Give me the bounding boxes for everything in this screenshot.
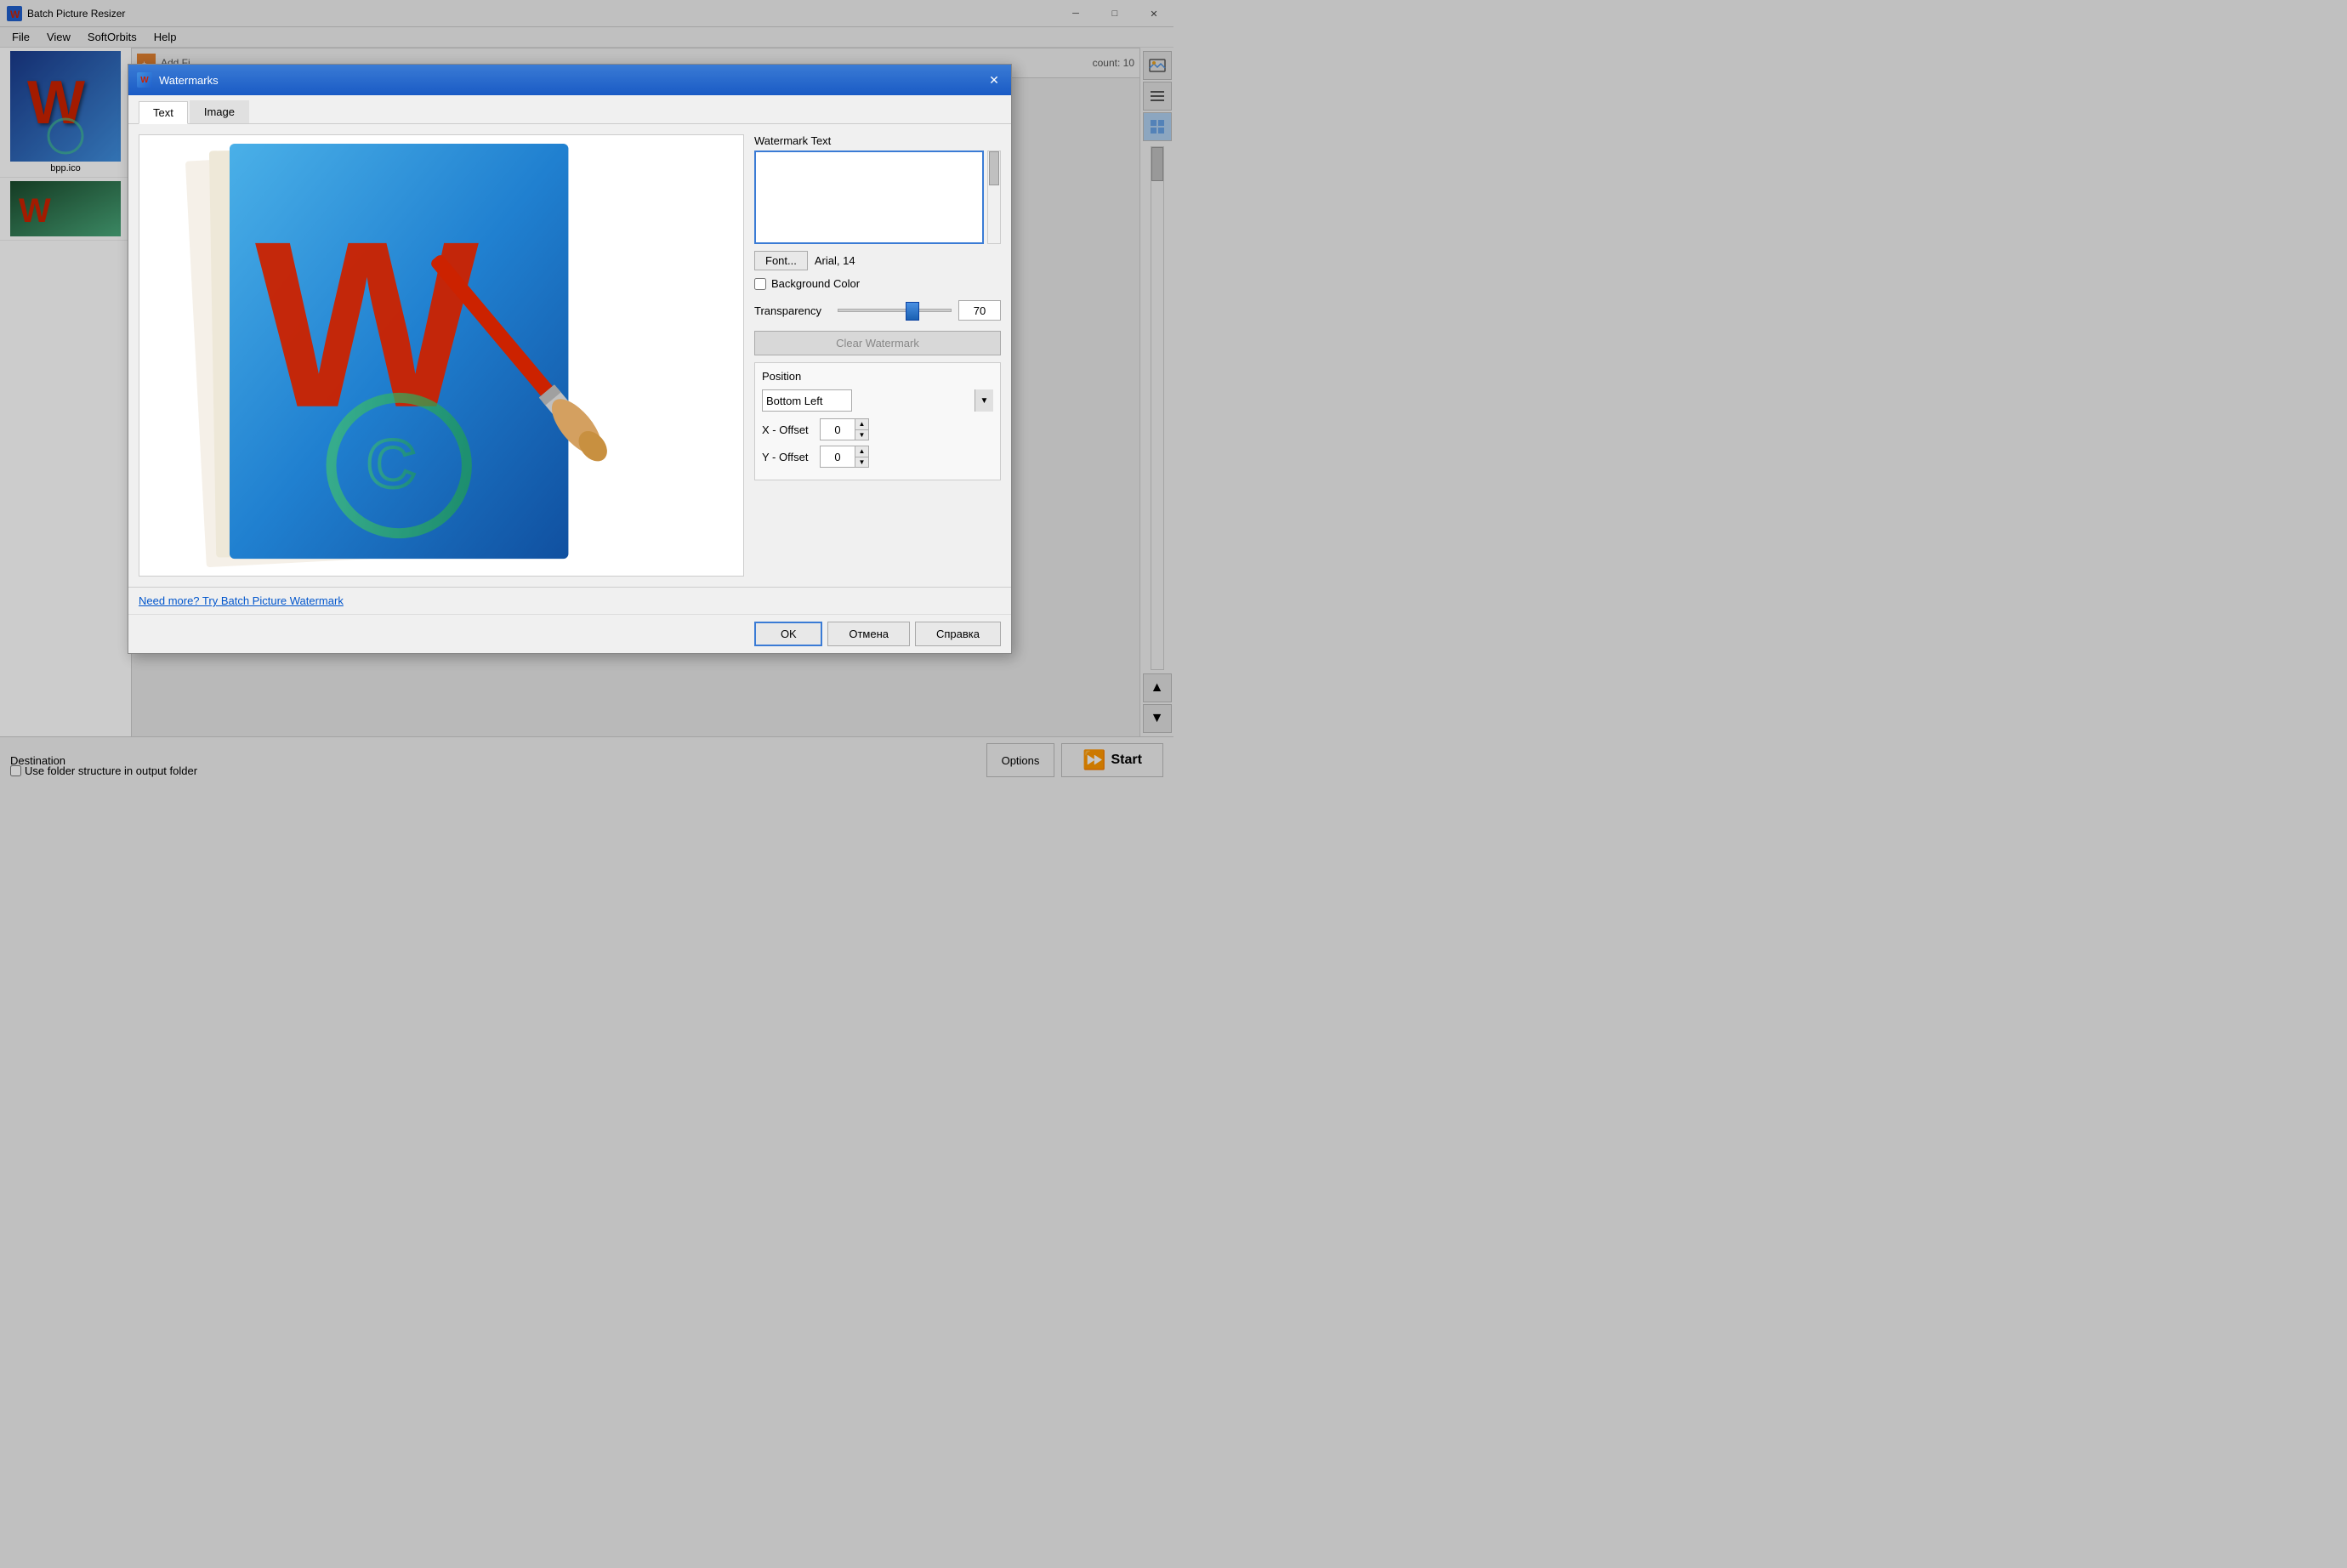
transparency-slider-wrapper bbox=[838, 302, 952, 319]
preview-svg: W C bbox=[139, 135, 743, 576]
svg-text:C: C bbox=[367, 425, 416, 501]
transparency-section: Transparency 70 bbox=[754, 300, 1001, 321]
x-offset-input-wrapper: ▲ ▼ bbox=[820, 418, 869, 440]
y-offset-spinner: ▲ ▼ bbox=[855, 446, 868, 467]
position-dropdown-row: Bottom Left Top Left Top Right Bottom Ri… bbox=[762, 389, 993, 412]
bg-color-checkbox[interactable] bbox=[754, 278, 766, 290]
y-offset-down[interactable]: ▼ bbox=[855, 457, 868, 468]
x-offset-up[interactable]: ▲ bbox=[855, 419, 868, 430]
watermark-text-box-wrapper bbox=[754, 151, 1001, 244]
ok-button[interactable]: OK bbox=[754, 622, 822, 646]
transparency-label: Transparency bbox=[754, 304, 831, 317]
font-button[interactable]: Font... bbox=[754, 251, 808, 270]
watermark-text-scrollbar[interactable] bbox=[987, 151, 1001, 244]
modal-tabs: Text Image bbox=[128, 95, 1011, 124]
position-select-wrapper: Bottom Left Top Left Top Right Bottom Ri… bbox=[762, 389, 993, 412]
modal-body: W C bbox=[128, 124, 1011, 587]
help-button[interactable]: Справка bbox=[915, 622, 1001, 646]
modal-overlay: W Watermarks ✕ Text Image bbox=[0, 0, 2347, 1568]
font-value: Arial, 14 bbox=[815, 254, 855, 267]
y-offset-up[interactable]: ▲ bbox=[855, 446, 868, 457]
watermark-text-section: Watermark Text bbox=[754, 134, 1001, 244]
position-section: Position Bottom Left Top Left Top Right … bbox=[754, 362, 1001, 480]
position-label: Position bbox=[762, 370, 993, 383]
slider-track bbox=[838, 309, 952, 312]
x-offset-down[interactable]: ▼ bbox=[855, 430, 868, 440]
watermark-text-label: Watermark Text bbox=[754, 134, 1001, 147]
modal-link-bar: Need more? Try Batch Picture Watermark bbox=[128, 587, 1011, 614]
x-offset-label: X - Offset bbox=[762, 423, 813, 436]
clear-watermark-button[interactable]: Clear Watermark bbox=[754, 331, 1001, 355]
preview-area: W C bbox=[139, 134, 744, 577]
y-offset-input-wrapper: ▲ ▼ bbox=[820, 446, 869, 468]
y-offset-input[interactable] bbox=[821, 446, 855, 467]
y-offset-row: Y - Offset ▲ ▼ bbox=[762, 446, 993, 468]
watermark-text-input[interactable] bbox=[754, 151, 984, 244]
wm-scroll-thumb bbox=[989, 151, 999, 185]
x-offset-row: X - Offset ▲ ▼ bbox=[762, 418, 993, 440]
modal-footer: OK Отмена Справка bbox=[128, 614, 1011, 653]
tab-text[interactable]: Text bbox=[139, 101, 188, 124]
font-row: Font... Arial, 14 bbox=[754, 251, 1001, 270]
tab-image[interactable]: Image bbox=[190, 100, 249, 123]
transparency-value: 70 bbox=[958, 300, 1001, 321]
watermarks-modal: W Watermarks ✕ Text Image bbox=[128, 64, 1012, 654]
bg-color-label: Background Color bbox=[771, 277, 860, 290]
bg-color-row: Background Color bbox=[754, 277, 1001, 290]
transparency-row: Transparency 70 bbox=[754, 300, 1001, 321]
modal-title: Watermarks bbox=[159, 74, 219, 87]
cancel-button[interactable]: Отмена bbox=[827, 622, 910, 646]
position-select[interactable]: Bottom Left Top Left Top Right Bottom Ri… bbox=[762, 389, 852, 412]
slider-thumb[interactable] bbox=[906, 302, 919, 321]
x-offset-input[interactable] bbox=[821, 419, 855, 440]
x-offset-spinner: ▲ ▼ bbox=[855, 419, 868, 440]
modal-title-bar: W Watermarks ✕ bbox=[128, 65, 1011, 95]
modal-icon: W bbox=[137, 72, 152, 88]
select-arrow-icon: ▼ bbox=[975, 389, 993, 412]
y-offset-label: Y - Offset bbox=[762, 451, 813, 463]
right-panel: Watermark Text Font... Arial, 14 bbox=[754, 134, 1001, 577]
watermark-link[interactable]: Need more? Try Batch Picture Watermark bbox=[139, 594, 344, 607]
modal-close-button[interactable]: ✕ bbox=[986, 71, 1003, 88]
